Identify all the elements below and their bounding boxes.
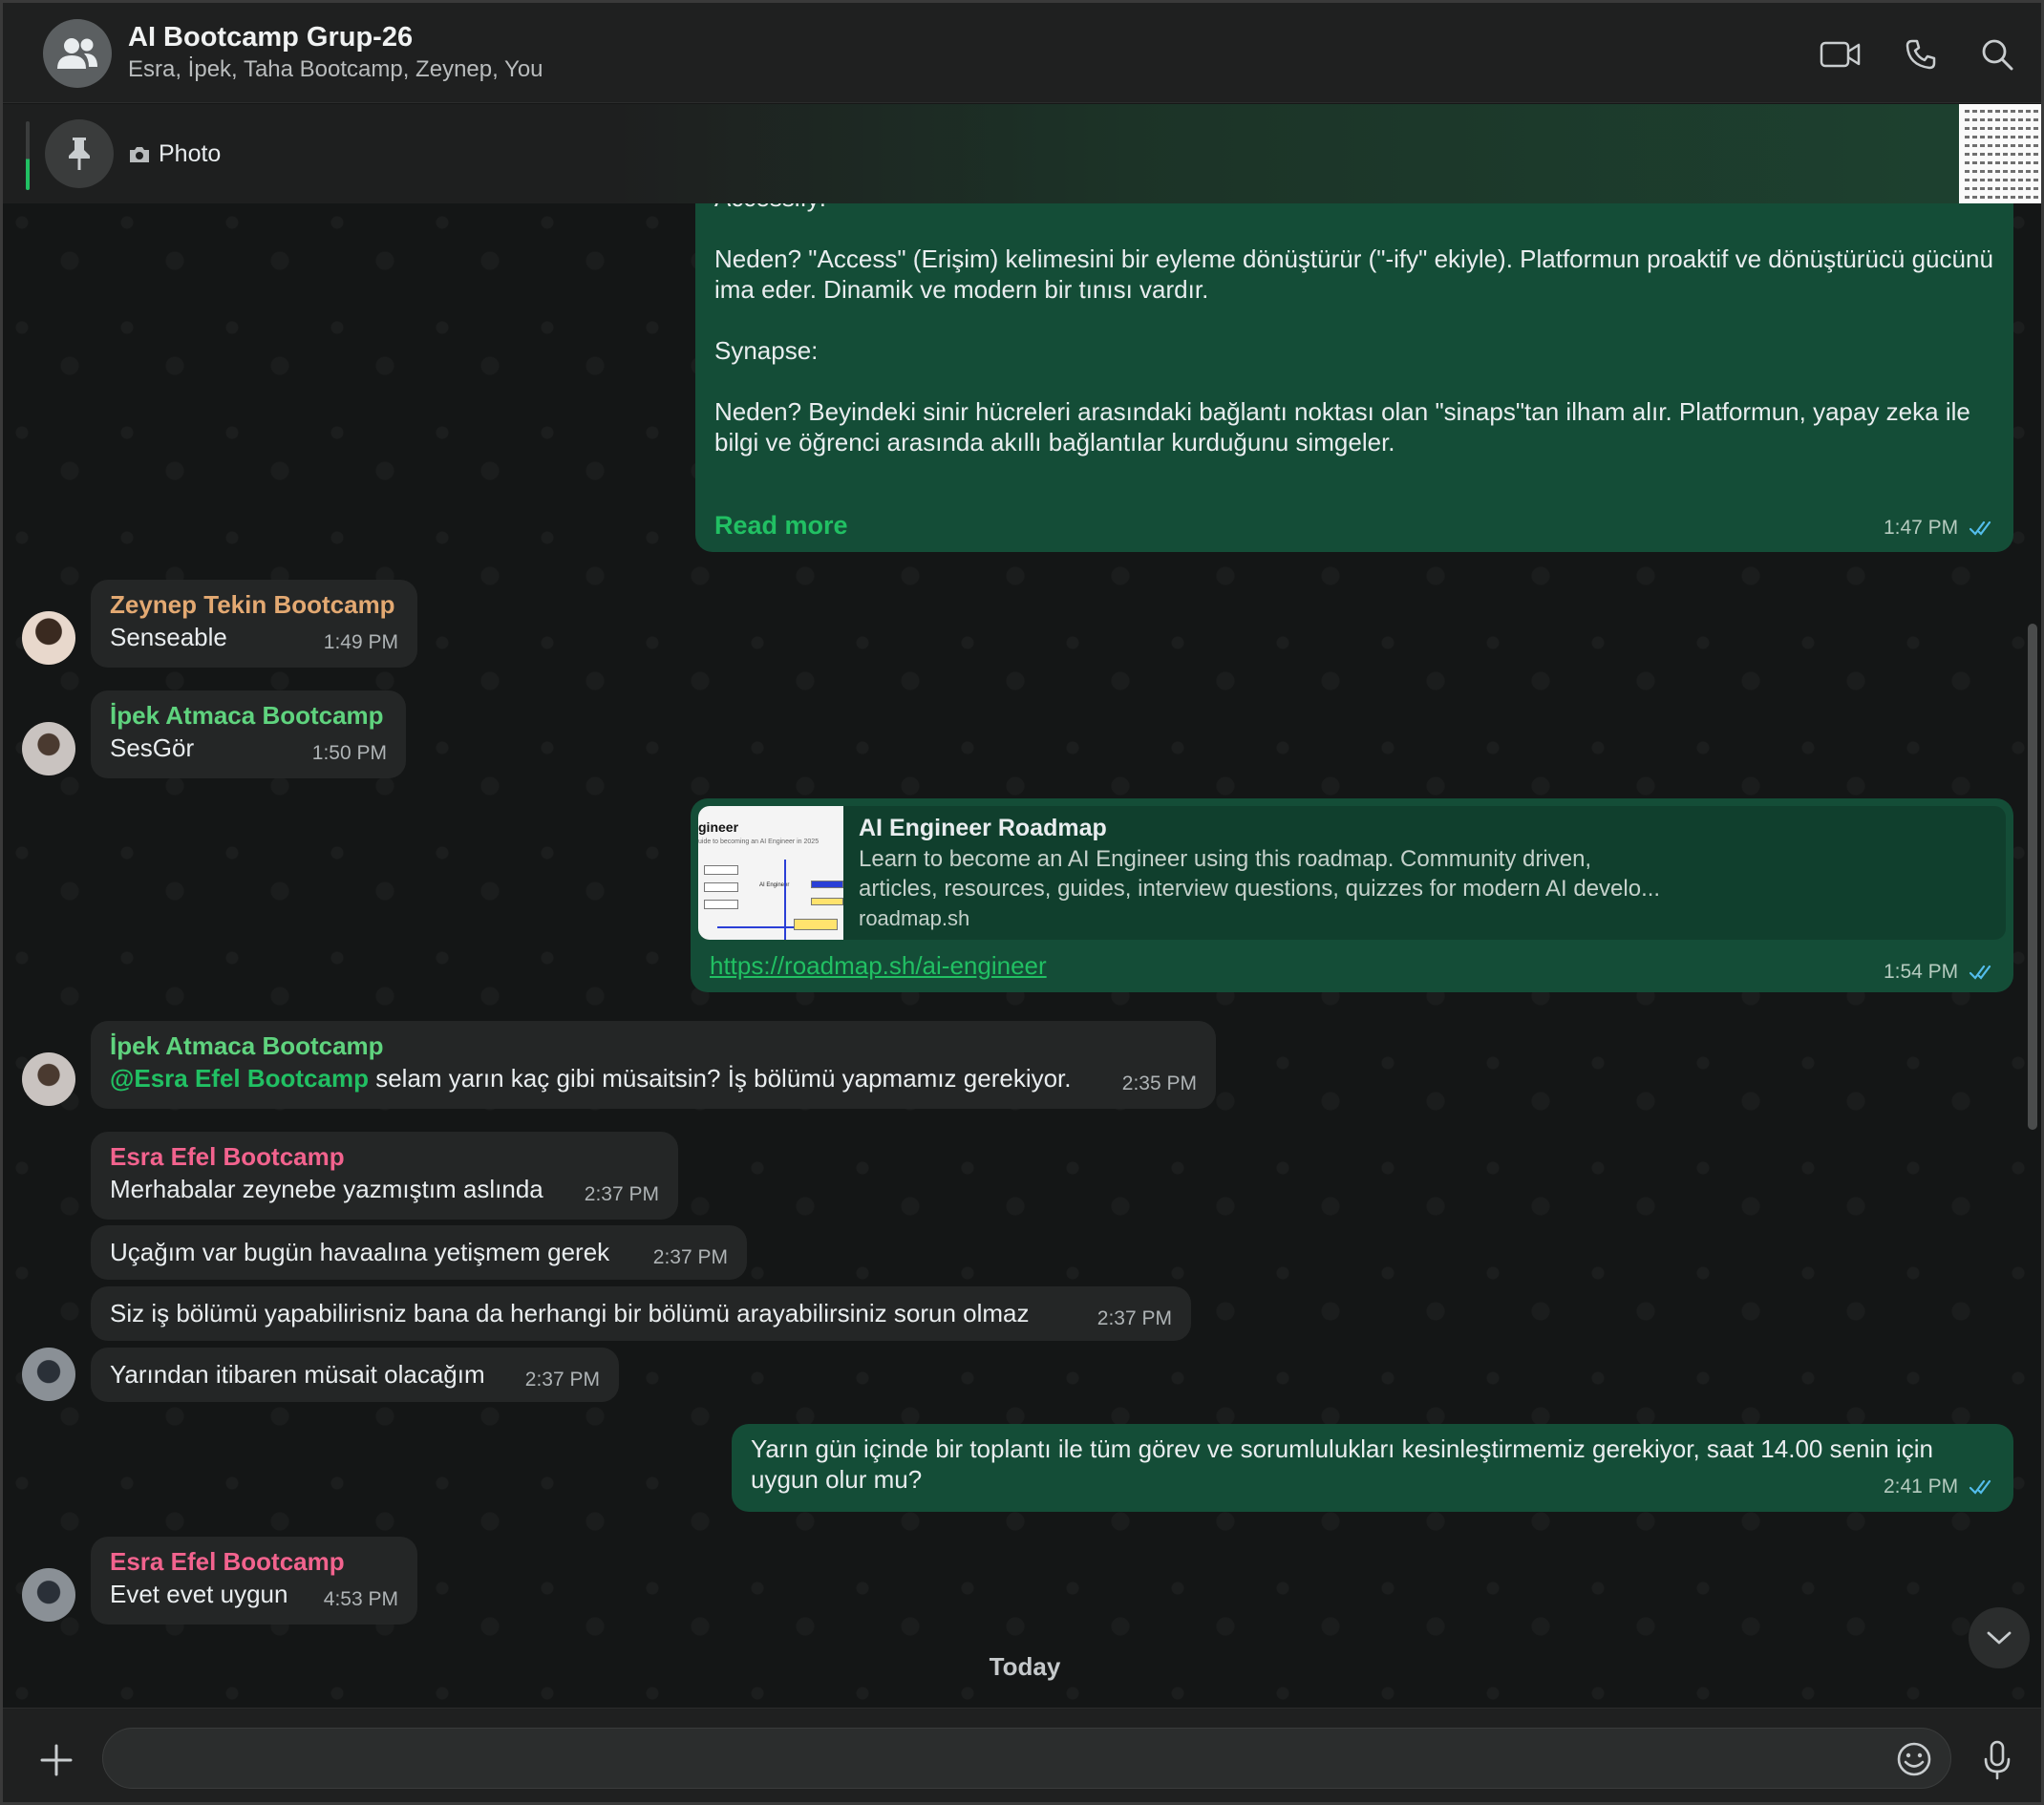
search-button[interactable] xyxy=(1974,32,2020,77)
search-icon xyxy=(1982,39,2013,71)
chat-title[interactable]: AI Bootcamp Grup-26 xyxy=(128,22,413,53)
message-time: 2:41 PM xyxy=(1883,1476,1959,1497)
read-more-link[interactable]: Read more xyxy=(714,511,848,541)
message-text: Merhabalar zeynebe yazmıştım aslında xyxy=(110,1175,543,1203)
message-incoming[interactable]: Uçağım var bugün havaalına yetişmem gere… xyxy=(91,1225,747,1280)
avatar[interactable] xyxy=(22,1348,75,1401)
pin-icon xyxy=(69,138,90,170)
scrollbar[interactable] xyxy=(2028,624,2037,1130)
message-input[interactable] xyxy=(126,1729,1864,1788)
sender-name[interactable]: İpek Atmaca Bootcamp xyxy=(110,699,384,732)
message-outgoing-link[interactable]: gineer uide to becoming an AI Engineer i… xyxy=(691,798,2013,992)
sender-name[interactable]: Zeynep Tekin Bootcamp xyxy=(110,588,395,621)
message-text: Siz iş bölümü yapabilirisniz bana da her… xyxy=(110,1299,1030,1327)
chevron-down-icon xyxy=(1987,1631,2012,1645)
message-time: 2:37 PM xyxy=(652,1246,728,1268)
message-incoming[interactable]: İpek Atmaca Bootcamp @Esra Efel Bootcamp… xyxy=(91,1021,1216,1109)
pinned-content[interactable]: Photo xyxy=(128,140,221,168)
voice-message-button[interactable] xyxy=(1972,1735,2022,1785)
sender-name[interactable]: Esra Efel Bootcamp xyxy=(110,1545,345,1578)
message-time: 1:50 PM xyxy=(311,742,387,764)
message-incoming[interactable]: Esra Efel Bootcamp Evet evet uygun 4:53 … xyxy=(91,1537,417,1624)
message-time: 1:54 PM xyxy=(1883,961,1959,983)
message-text: Yarın gün içinde bir toplantı ile tüm gö… xyxy=(751,1434,1933,1463)
message-incoming[interactable]: İpek Atmaca Bootcamp SesGör 1:50 PM xyxy=(91,690,406,778)
message-text: Evet evet uygun xyxy=(110,1580,288,1608)
pin-button[interactable] xyxy=(45,119,114,188)
message-incoming[interactable]: Esra Efel Bootcamp Merhabalar zeynebe ya… xyxy=(91,1132,678,1220)
message-text: Neden? Beyindeki sinir hücreleri arasınd… xyxy=(714,397,1970,457)
microphone-icon xyxy=(1984,1740,2011,1780)
chat-members[interactable]: Esra, İpek, Taha Bootcamp, Zeynep, You xyxy=(128,56,543,83)
message-time: 2:37 PM xyxy=(1097,1307,1172,1329)
sender-name[interactable]: İpek Atmaca Bootcamp xyxy=(110,1030,384,1062)
video-call-button[interactable] xyxy=(1818,32,1863,77)
message-time: 4:53 PM xyxy=(323,1588,398,1610)
sender-name[interactable]: Esra Efel Bootcamp xyxy=(110,1140,345,1173)
group-avatar[interactable] xyxy=(43,19,112,88)
message-input-container[interactable] xyxy=(102,1728,1951,1789)
message-incoming[interactable]: Zeynep Tekin Bootcamp Senseable 1:49 PM xyxy=(91,580,417,668)
message-outgoing[interactable]: Yarın gün içinde bir toplantı ile tüm gö… xyxy=(732,1424,2013,1512)
chat-header[interactable]: AI Bootcamp Grup-26 Esra, İpek, Taha Boo… xyxy=(3,3,2041,103)
message-meta: 2:41 PM xyxy=(1884,1476,1996,1498)
emoji-icon xyxy=(1897,1742,1931,1776)
message-text: Neden? "Access" (Erişim) kelimesini bir … xyxy=(714,244,1993,304)
avatar[interactable] xyxy=(22,611,75,665)
pinned-indicator xyxy=(26,121,30,190)
avatar[interactable] xyxy=(22,1568,75,1622)
message-text: Yarından itibaren müsait olacağım xyxy=(110,1360,485,1389)
emoji-button[interactable] xyxy=(1895,1740,1933,1778)
plus-icon xyxy=(40,1744,73,1776)
message-time: 2:35 PM xyxy=(1121,1072,1197,1094)
message-time: 1:49 PM xyxy=(323,631,398,653)
avatar[interactable] xyxy=(22,1052,75,1106)
video-call-icon xyxy=(1820,41,1861,68)
message-list[interactable]: Accessify: Neden? "Access" (Erişim) keli… xyxy=(3,203,2041,1708)
message-incoming[interactable]: Siz iş bölümü yapabilirisniz bana da her… xyxy=(91,1286,1191,1341)
message-text: Uçağım var bugün havaalına yetişmem gere… xyxy=(110,1238,610,1266)
message-composer xyxy=(3,1708,2041,1802)
link-preview-card[interactable]: gineer uide to becoming an AI Engineer i… xyxy=(698,806,2006,940)
message-time: 2:37 PM xyxy=(524,1369,600,1391)
message-meta: 1:47 PM xyxy=(1884,517,1996,540)
message-meta: 1:54 PM xyxy=(1884,961,1996,984)
link-host: roadmap.sh xyxy=(859,906,970,930)
message-text: uygun olur mu? xyxy=(751,1465,923,1494)
link-description: Learn to become an AI Engineer using thi… xyxy=(859,846,1592,872)
double-check-icon xyxy=(1969,1480,1991,1496)
group-icon xyxy=(57,38,97,69)
link-title: AI Engineer Roadmap xyxy=(859,815,1107,841)
date-divider: Today xyxy=(989,1652,1061,1681)
message-text: Synapse: xyxy=(714,336,819,365)
camera-icon xyxy=(130,146,149,162)
whatsapp-window: AI Bootcamp Grup-26 Esra, İpek, Taha Boo… xyxy=(0,0,2044,1805)
message-text: Senseable xyxy=(110,623,227,651)
scroll-to-bottom-button[interactable] xyxy=(1969,1607,2030,1668)
message-text: Accessify: xyxy=(714,203,826,213)
link-info: AI Engineer Roadmap Learn to become an A… xyxy=(859,812,1987,934)
pinned-label: Photo xyxy=(159,140,222,167)
attach-button[interactable] xyxy=(32,1735,81,1785)
pinned-message-bar[interactable]: Photo xyxy=(3,104,2041,203)
double-check-icon xyxy=(1969,966,1991,981)
mention-link[interactable]: @Esra Efel Bootcamp xyxy=(110,1064,369,1093)
voice-call-button[interactable] xyxy=(1898,32,1944,77)
message-outgoing[interactable]: Accessify: Neden? "Access" (Erişim) keli… xyxy=(695,203,2013,552)
link-description: articles, resources, guides, interview q… xyxy=(859,876,1661,902)
message-text: SesGör xyxy=(110,733,195,762)
avatar[interactable] xyxy=(22,722,75,775)
message-incoming[interactable]: Yarından itibaren müsait olacağım 2:37 P… xyxy=(91,1348,619,1402)
message-time: 2:37 PM xyxy=(584,1183,659,1205)
link-thumbnail: gineer uide to becoming an AI Engineer i… xyxy=(698,806,843,940)
message-time: 1:47 PM xyxy=(1883,517,1959,539)
double-check-icon xyxy=(1969,521,1991,537)
pinned-thumbnail[interactable] xyxy=(1959,104,2041,203)
message-link[interactable]: https://roadmap.sh/ai-engineer xyxy=(710,951,1047,981)
voice-call-icon xyxy=(1906,39,1936,70)
message-text: @Esra Efel Bootcamp selam yarın kaç gibi… xyxy=(110,1064,1072,1093)
